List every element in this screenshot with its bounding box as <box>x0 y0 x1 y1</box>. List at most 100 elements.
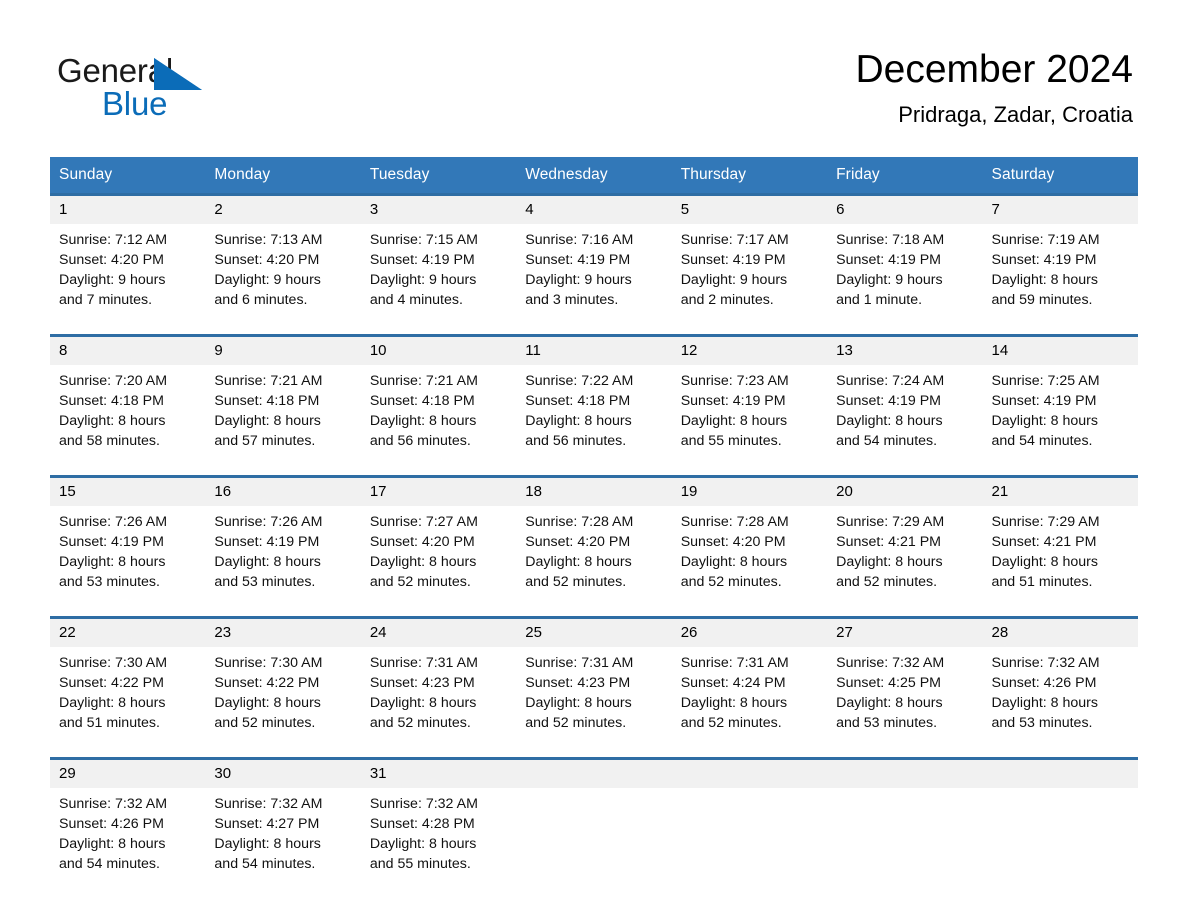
day-number[interactable]: 8 <box>50 334 206 365</box>
weekday-header-monday: Monday <box>205 157 361 195</box>
daylight-text-line1: Daylight: 8 hours <box>680 695 788 711</box>
day-cell[interactable]: Sunrise: 7:29 AM Sunset: 4:21 PM Dayligh… <box>827 506 983 598</box>
day-cell[interactable]: Sunrise: 7:25 AM Sunset: 4:19 PM Dayligh… <box>982 365 1138 457</box>
day-cell[interactable]: Sunrise: 7:30 AM Sunset: 4:22 PM Dayligh… <box>205 647 361 739</box>
day-number[interactable]: 24 <box>360 616 517 647</box>
daylight-text-line2: and 56 minutes. <box>525 433 627 449</box>
day-cell-empty <box>671 788 828 880</box>
daylight-text-line1: Daylight: 8 hours <box>59 695 166 711</box>
day-cell[interactable]: Sunrise: 7:19 AM Sunset: 4:19 PM Dayligh… <box>982 224 1138 316</box>
daylight-text-line1: Daylight: 8 hours <box>525 554 632 570</box>
weekday-header-friday: Friday <box>827 157 983 195</box>
day-cell[interactable]: Sunrise: 7:28 AM Sunset: 4:20 PM Dayligh… <box>671 506 828 598</box>
daylight-text-line1: Daylight: 8 hours <box>214 554 321 570</box>
day-number[interactable]: 30 <box>205 757 361 788</box>
day-cell[interactable]: Sunrise: 7:18 AM Sunset: 4:19 PM Dayligh… <box>827 224 983 316</box>
day-cell[interactable]: Sunrise: 7:30 AM Sunset: 4:22 PM Dayligh… <box>50 647 206 739</box>
sunrise-text: Sunrise: 7:20 AM <box>59 373 168 389</box>
day-cell[interactable]: Sunrise: 7:16 AM Sunset: 4:19 PM Dayligh… <box>516 224 672 316</box>
daylight-text-line2: and 54 minutes. <box>214 856 316 872</box>
daylight-text-line1: Daylight: 8 hours <box>525 413 632 429</box>
day-cell[interactable]: Sunrise: 7:26 AM Sunset: 4:19 PM Dayligh… <box>50 506 206 598</box>
day-number[interactable]: 11 <box>516 334 672 365</box>
day-cell[interactable]: Sunrise: 7:12 AM Sunset: 4:20 PM Dayligh… <box>50 224 206 316</box>
day-number[interactable]: 13 <box>827 334 983 365</box>
day-number[interactable]: 26 <box>671 616 828 647</box>
week-detail-row: Sunrise: 7:32 AM Sunset: 4:26 PM Dayligh… <box>50 788 1138 880</box>
daylight-text-line1: Daylight: 8 hours <box>836 413 943 429</box>
day-cell[interactable]: Sunrise: 7:32 AM Sunset: 4:26 PM Dayligh… <box>50 788 206 880</box>
day-cell[interactable]: Sunrise: 7:32 AM Sunset: 4:27 PM Dayligh… <box>205 788 361 880</box>
sunset-text: Sunset: 4:19 PM <box>680 393 786 409</box>
day-number[interactable]: 12 <box>671 334 828 365</box>
daylight-text-line2: and 51 minutes. <box>991 574 1093 590</box>
day-cell[interactable]: Sunrise: 7:13 AM Sunset: 4:20 PM Dayligh… <box>205 224 361 316</box>
sunset-text: Sunset: 4:19 PM <box>991 252 1097 268</box>
day-number[interactable]: 2 <box>205 193 361 224</box>
day-number[interactable]: 21 <box>982 475 1138 506</box>
day-cell-empty <box>516 788 672 880</box>
sunrise-text: Sunrise: 7:32 AM <box>214 796 323 812</box>
day-cell[interactable]: Sunrise: 7:32 AM Sunset: 4:26 PM Dayligh… <box>982 647 1138 739</box>
day-number[interactable]: 19 <box>671 475 828 506</box>
day-cell[interactable]: Sunrise: 7:21 AM Sunset: 4:18 PM Dayligh… <box>360 365 517 457</box>
day-number[interactable]: 25 <box>516 616 672 647</box>
day-number[interactable]: 16 <box>205 475 361 506</box>
sunrise-text: Sunrise: 7:13 AM <box>214 232 323 248</box>
day-cell[interactable]: Sunrise: 7:32 AM Sunset: 4:25 PM Dayligh… <box>827 647 983 739</box>
day-number[interactable]: 31 <box>360 757 517 788</box>
sunset-text: Sunset: 4:20 PM <box>214 252 320 268</box>
day-cell[interactable]: Sunrise: 7:27 AM Sunset: 4:20 PM Dayligh… <box>360 506 517 598</box>
day-number[interactable]: 6 <box>827 193 983 224</box>
day-number[interactable]: 4 <box>516 193 672 224</box>
day-number[interactable]: 17 <box>360 475 517 506</box>
day-cell[interactable]: Sunrise: 7:17 AM Sunset: 4:19 PM Dayligh… <box>671 224 828 316</box>
day-number[interactable]: 28 <box>982 616 1138 647</box>
day-number[interactable]: 7 <box>982 193 1138 224</box>
day-cell[interactable]: Sunrise: 7:24 AM Sunset: 4:19 PM Dayligh… <box>827 365 983 457</box>
day-cell[interactable]: Sunrise: 7:20 AM Sunset: 4:18 PM Dayligh… <box>50 365 206 457</box>
day-number[interactable]: 18 <box>516 475 672 506</box>
day-cell[interactable]: Sunrise: 7:31 AM Sunset: 4:24 PM Dayligh… <box>671 647 828 739</box>
day-number[interactable]: 27 <box>827 616 983 647</box>
day-number[interactable]: 14 <box>982 334 1138 365</box>
day-cell[interactable]: Sunrise: 7:31 AM Sunset: 4:23 PM Dayligh… <box>516 647 672 739</box>
day-cell[interactable]: Sunrise: 7:15 AM Sunset: 4:19 PM Dayligh… <box>360 224 517 316</box>
day-number[interactable]: 29 <box>50 757 206 788</box>
day-cell[interactable]: Sunrise: 7:23 AM Sunset: 4:19 PM Dayligh… <box>671 365 828 457</box>
day-cell-empty <box>982 788 1138 880</box>
daylight-text-line1: Daylight: 8 hours <box>991 554 1098 570</box>
day-number[interactable]: 22 <box>50 616 206 647</box>
logo-top-row: General <box>57 52 317 90</box>
sunset-text: Sunset: 4:25 PM <box>836 675 941 691</box>
day-cell[interactable]: Sunrise: 7:21 AM Sunset: 4:18 PM Dayligh… <box>205 365 361 457</box>
week-detail-row: Sunrise: 7:30 AM Sunset: 4:22 PM Dayligh… <box>50 647 1138 739</box>
day-number[interactable]: 9 <box>205 334 361 365</box>
day-cell[interactable]: Sunrise: 7:31 AM Sunset: 4:23 PM Dayligh… <box>360 647 517 739</box>
sunset-text: Sunset: 4:20 PM <box>525 534 631 550</box>
day-cell[interactable]: Sunrise: 7:28 AM Sunset: 4:20 PM Dayligh… <box>516 506 672 598</box>
day-cell[interactable]: Sunrise: 7:26 AM Sunset: 4:19 PM Dayligh… <box>205 506 361 598</box>
day-cell[interactable]: Sunrise: 7:22 AM Sunset: 4:18 PM Dayligh… <box>516 365 672 457</box>
day-number[interactable]: 1 <box>50 193 206 224</box>
daylight-text-line1: Daylight: 9 hours <box>59 272 166 288</box>
day-number[interactable]: 3 <box>360 193 517 224</box>
sunrise-text: Sunrise: 7:22 AM <box>525 373 634 389</box>
sunset-text: Sunset: 4:20 PM <box>369 534 475 550</box>
generalblue-logo[interactable]: General Blue <box>57 52 317 122</box>
daylight-text-line2: and 53 minutes. <box>836 715 938 731</box>
day-number[interactable]: 10 <box>360 334 517 365</box>
week-separator <box>50 739 1138 759</box>
sunrise-text: Sunrise: 7:27 AM <box>369 514 478 530</box>
day-number[interactable]: 23 <box>205 616 361 647</box>
daylight-text-line2: and 53 minutes. <box>991 715 1093 731</box>
day-number[interactable]: 5 <box>671 193 828 224</box>
daylight-text-line1: Daylight: 8 hours <box>680 413 788 429</box>
day-cell[interactable]: Sunrise: 7:32 AM Sunset: 4:28 PM Dayligh… <box>360 788 517 880</box>
day-cell[interactable]: Sunrise: 7:29 AM Sunset: 4:21 PM Dayligh… <box>982 506 1138 598</box>
daylight-text-line1: Daylight: 8 hours <box>991 413 1098 429</box>
day-number[interactable]: 15 <box>50 475 206 506</box>
day-number[interactable]: 20 <box>827 475 983 506</box>
sunrise-text: Sunrise: 7:30 AM <box>214 655 323 671</box>
week-separator <box>50 316 1138 336</box>
